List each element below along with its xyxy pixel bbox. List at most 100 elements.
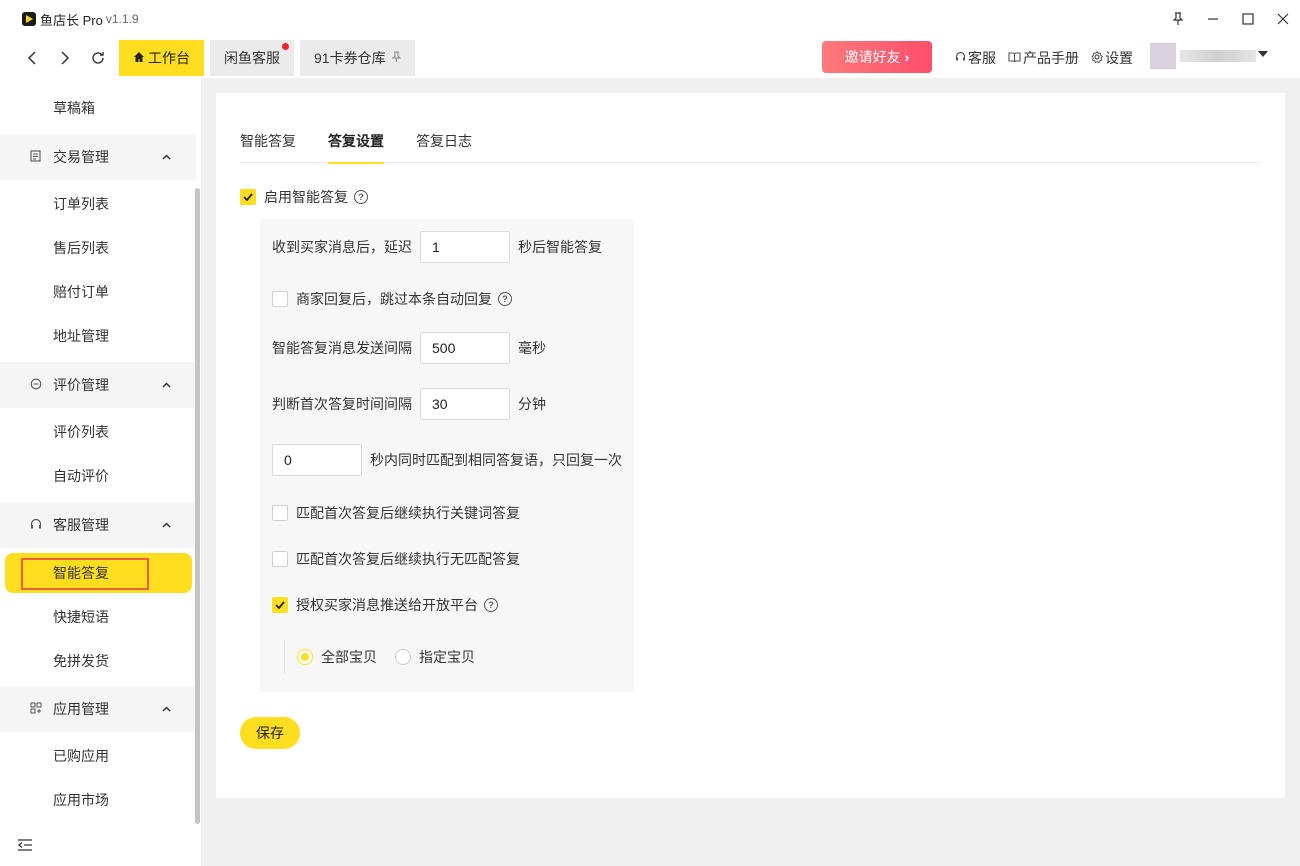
forward-icon[interactable]: [48, 40, 81, 76]
sidebar-item-compensation[interactable]: 赔付订单: [0, 270, 196, 314]
sidebar-item-label: 售后列表: [53, 240, 109, 256]
nav-link-label: 产品手册: [1023, 50, 1079, 66]
radio-all-items-label: 全部宝贝: [321, 649, 377, 665]
sidebar-item-label: 已购应用: [53, 748, 109, 764]
title-bar: 鱼店长 Pro v1.1.9: [0, 0, 1300, 38]
pin-icon[interactable]: [391, 51, 401, 65]
first-interval-row: 判断首次答复时间间隔 30 分钟: [272, 388, 546, 420]
sidebar-group-customer-service[interactable]: 客服管理: [0, 502, 196, 548]
sidebar-item-addresses[interactable]: 地址管理: [0, 314, 196, 358]
tab-label: 闲鱼客服: [224, 50, 280, 66]
sidebar-group-trade[interactable]: 交易管理: [0, 134, 196, 180]
tab-reply-log[interactable]: 答复日志: [416, 131, 472, 163]
nav-link-label: 设置: [1105, 50, 1133, 66]
dedupe-seconds-input[interactable]: 0: [272, 444, 362, 476]
skip-after-merchant-checkbox[interactable]: [272, 291, 288, 307]
sidebar-item-no-group-shipping[interactable]: 免拼发货: [0, 639, 196, 683]
pin-window-icon[interactable]: [1161, 0, 1195, 38]
back-icon[interactable]: [15, 40, 48, 76]
tab-smart-reply[interactable]: 智能答复: [240, 131, 296, 163]
sidebar-group-label: 客服管理: [53, 517, 109, 533]
document-icon: [30, 149, 53, 165]
sidebar-group-apps[interactable]: 应用管理: [0, 686, 196, 732]
authorize-push-label: 授权买家消息推送给开放平台: [296, 597, 478, 613]
customer-service-link[interactable]: 客服: [955, 48, 996, 68]
sidebar-item-label: 订单列表: [53, 196, 109, 212]
close-icon[interactable]: [1266, 0, 1300, 38]
invite-label: 邀请好友: [844, 49, 901, 65]
caret-down-icon[interactable]: [1258, 48, 1268, 60]
sidebar-item-label: 评价列表: [53, 424, 109, 440]
apps-icon: [30, 702, 53, 717]
delay-seconds-input[interactable]: 1: [420, 231, 510, 263]
tab-label: 答复日志: [416, 133, 472, 149]
radio-specific-items[interactable]: [395, 649, 411, 665]
sidebar-item-quick-phrases[interactable]: 快捷短语: [0, 595, 196, 639]
help-icon[interactable]: ?: [484, 598, 498, 612]
dedupe-suffix: 秒内同时匹配到相同答复语，只回复一次: [370, 452, 622, 468]
first-interval-input[interactable]: 30: [420, 388, 510, 420]
tab-label: 智能答复: [240, 133, 296, 149]
send-interval-suffix: 毫秒: [518, 340, 546, 356]
nav-links: 客服 产品手册 设置: [955, 38, 1145, 78]
scope-radio-group: 全部宝贝 指定宝贝: [284, 640, 475, 674]
nav-link-label: 客服: [968, 50, 996, 66]
enable-smart-reply-label: 启用智能答复: [264, 189, 348, 205]
help-icon[interactable]: ?: [498, 292, 512, 306]
gear-icon: [1091, 50, 1103, 66]
settings-link[interactable]: 设置: [1091, 48, 1133, 68]
sidebar-group-label: 评价管理: [53, 377, 109, 393]
avatar[interactable]: [1150, 43, 1176, 69]
headset-icon: [30, 518, 53, 533]
send-interval-input[interactable]: 500: [420, 332, 510, 364]
collapse-sidebar-icon[interactable]: [17, 838, 33, 855]
continue-nomatch-row: 匹配首次答复后继续执行无匹配答复: [272, 549, 526, 569]
invite-friends-button[interactable]: 邀请好友 ›: [822, 41, 932, 73]
sidebar-item-label: 免拼发货: [53, 653, 109, 669]
sidebar-item-orders[interactable]: 订单列表: [0, 182, 196, 226]
radio-all-items[interactable]: [297, 649, 313, 665]
chevron-up-icon: [162, 379, 171, 391]
tab-91-coupon-warehouse[interactable]: 91卡券仓库: [300, 40, 415, 76]
sidebar-item-review-list[interactable]: 评价列表: [0, 410, 196, 454]
authorize-push-checkbox[interactable]: [272, 597, 288, 613]
continue-keyword-label: 匹配首次答复后继续执行关键词答复: [296, 505, 520, 521]
refresh-icon[interactable]: [81, 40, 114, 76]
chevron-up-icon: [162, 519, 171, 531]
tab-label: 工作台: [148, 50, 190, 66]
delay-prefix: 收到买家消息后，延迟: [272, 239, 412, 255]
chevron-right-icon: ›: [904, 49, 910, 65]
sidebar-item-auto-review[interactable]: 自动评价: [0, 454, 196, 498]
tab-reply-settings[interactable]: 答复设置: [328, 131, 384, 164]
first-interval-prefix: 判断首次答复时间间隔: [272, 396, 412, 412]
skip-after-merchant-row: 商家回复后，跳过本条自动回复 ?: [272, 289, 512, 309]
radio-specific-items-label: 指定宝贝: [419, 649, 475, 665]
highlight-annotation: [21, 558, 149, 590]
content-tabs: 智能答复 答复设置 答复日志: [240, 131, 1260, 164]
product-manual-link[interactable]: 产品手册: [1008, 48, 1079, 68]
save-button[interactable]: 保存: [240, 717, 300, 749]
sidebar-group-reviews[interactable]: 评价管理: [0, 362, 196, 408]
continue-keyword-checkbox[interactable]: [272, 505, 288, 521]
sidebar-item-label: 草稿箱: [53, 100, 95, 116]
chevron-up-icon: [162, 151, 171, 163]
tab-workbench[interactable]: 工作台: [119, 40, 204, 76]
minimize-icon[interactable]: [1196, 0, 1230, 38]
send-interval-row: 智能答复消息发送间隔 500 毫秒: [272, 332, 546, 364]
help-icon[interactable]: ?: [354, 190, 368, 204]
tab-xianyu-service[interactable]: 闲鱼客服: [210, 40, 294, 76]
sidebar-item-after-sales[interactable]: 售后列表: [0, 226, 196, 270]
sidebar-item-purchased-apps[interactable]: 已购应用: [0, 734, 196, 778]
sidebar-scrollbar[interactable]: [195, 188, 200, 824]
sidebar-item-drafts[interactable]: 草稿箱: [0, 86, 196, 130]
sidebar-item-label: 快捷短语: [53, 609, 109, 625]
enable-smart-reply-row: 启用智能答复 ?: [240, 187, 368, 207]
save-label: 保存: [256, 725, 284, 741]
options-panel: 收到买家消息后，延迟 1 秒后智能答复 商家回复后，跳过本条自动回复 ? 智能答…: [260, 219, 634, 692]
maximize-icon[interactable]: [1231, 0, 1265, 38]
sidebar-item-app-market[interactable]: 应用市场: [0, 778, 196, 822]
enable-smart-reply-checkbox[interactable]: [240, 189, 256, 205]
authorize-push-row: 授权买家消息推送给开放平台 ?: [272, 595, 498, 615]
continue-nomatch-checkbox[interactable]: [272, 551, 288, 567]
username-blurred[interactable]: [1180, 50, 1256, 62]
